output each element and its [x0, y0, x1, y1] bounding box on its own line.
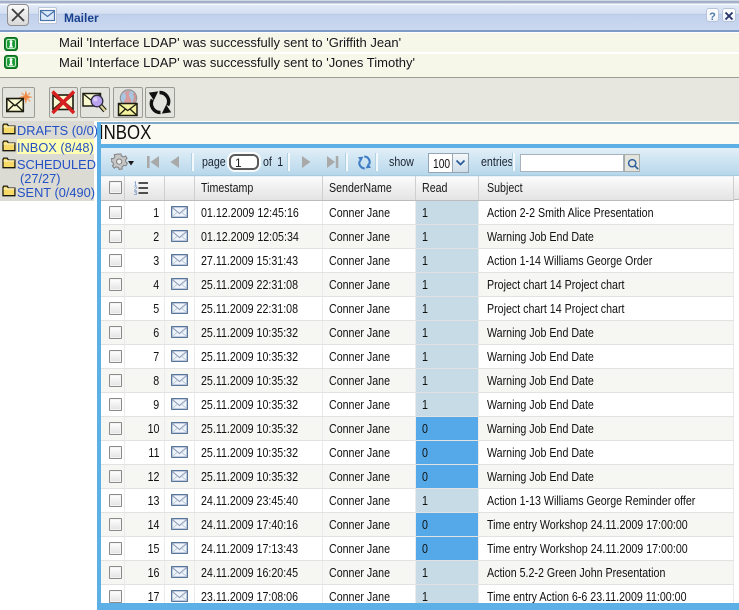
svg-text:?: ? [709, 11, 716, 22]
svg-text:3: 3 [134, 191, 137, 195]
